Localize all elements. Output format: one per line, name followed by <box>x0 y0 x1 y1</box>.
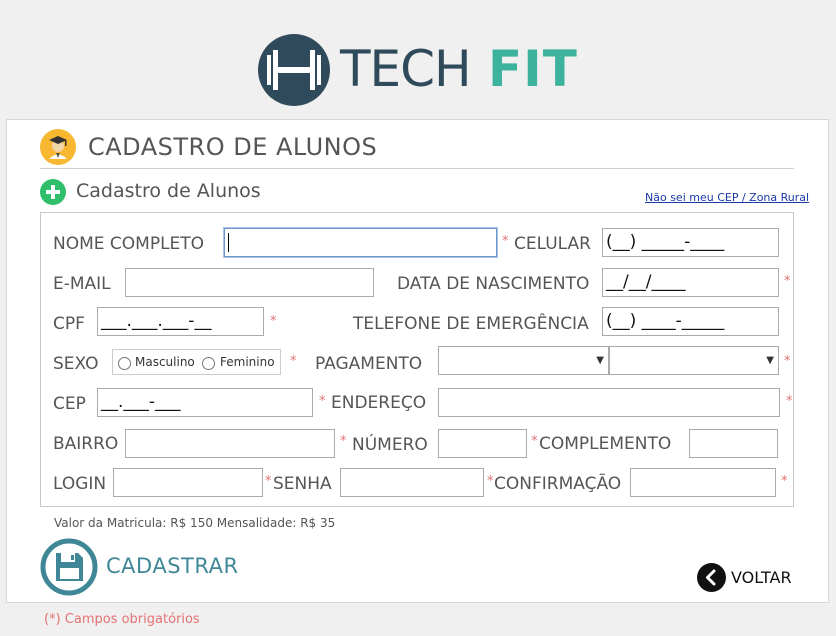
required-fields-note: (*) Campos obrigatórios <box>44 612 200 627</box>
numero-required-mark: * <box>531 434 538 449</box>
login-required-mark: * <box>265 474 272 489</box>
senha-input[interactable] <box>340 468 484 497</box>
logo-fit-text: FIT <box>488 40 578 98</box>
page-title: CADASTRO DE ALUNOS <box>88 133 378 161</box>
confirmacao-required-mark: * <box>781 474 788 489</box>
login-label: LOGIN <box>53 474 107 494</box>
techfit-logo: TECH FIT <box>258 34 578 108</box>
title-divider <box>40 168 794 169</box>
bairro-input[interactable] <box>125 429 335 458</box>
cpf-label: CPF <box>53 314 85 334</box>
cep-required-mark: * <box>319 394 326 409</box>
login-input[interactable] <box>113 468 263 497</box>
email-input[interactable] <box>125 268 374 297</box>
nascimento-input[interactable]: __/__/____ <box>602 268 779 297</box>
pagamento-required-mark: * <box>784 354 791 369</box>
radio-masculino-label: Masculino <box>135 355 195 369</box>
cpf-input[interactable]: ___.___.___-__ <box>97 307 264 336</box>
complemento-input[interactable] <box>689 429 778 458</box>
celular-label: CELULAR <box>514 234 591 254</box>
cadastrar-button[interactable]: CADASTRAR <box>106 554 239 578</box>
sexo-required-mark: * <box>290 354 297 369</box>
valor-info: Valor da Matricula: R$ 150 Mensalidade: … <box>54 516 336 530</box>
nome-required-mark: * <box>502 234 509 249</box>
numero-input[interactable] <box>438 429 527 458</box>
bairro-label: BAIRRO <box>53 434 119 454</box>
logo-h-icon <box>258 34 330 106</box>
email-label: E-MAIL <box>53 274 111 294</box>
radio-feminino-label: Feminino <box>220 355 275 369</box>
endereco-label: ENDEREÇO <box>331 393 427 413</box>
nascimento-required-mark: * <box>784 274 791 289</box>
bairro-required-mark: * <box>340 434 347 449</box>
sexo-label: SEXO <box>53 354 99 374</box>
senha-label: SENHA <box>273 474 332 494</box>
numero-label: NÚMERO <box>352 435 428 455</box>
complemento-label: COMPLEMENTO <box>539 434 672 454</box>
nome-label: NOME COMPLETO <box>53 234 205 254</box>
nome-input[interactable] <box>224 228 497 257</box>
cep-input[interactable]: __.___-___ <box>97 388 313 417</box>
endereco-input[interactable] <box>438 388 780 417</box>
chevron-down-icon: ▼ <box>766 355 774 366</box>
senha-required-mark: * <box>487 474 494 489</box>
logo-tech-text: TECH <box>340 40 472 98</box>
celular-input[interactable]: (__) _____-____ <box>602 228 779 257</box>
emergencia-label: TELEFONE DE EMERGÊNCIA <box>353 314 589 334</box>
cep-help-link[interactable]: Não sei meu CEP / Zona Rural <box>645 191 809 204</box>
chevron-down-icon: ▼ <box>596 355 604 366</box>
back-arrow-icon[interactable] <box>697 563 726 592</box>
pagamento-label: PAGAMENTO <box>315 354 423 374</box>
confirmacao-label: CONFIRMAÇÃO <box>494 474 622 494</box>
cpf-required-mark: * <box>270 314 277 329</box>
sexo-radio-group: Masculino Feminino <box>112 349 281 375</box>
voltar-button[interactable]: VOLTAR <box>731 568 792 587</box>
cep-label: CEP <box>53 394 86 414</box>
save-icon[interactable] <box>40 538 98 596</box>
pagamento-select-1[interactable]: ▼ <box>438 346 609 375</box>
nascimento-label: DATA DE NASCIMENTO <box>397 274 590 294</box>
student-icon <box>40 129 76 165</box>
confirmacao-input[interactable] <box>630 468 776 497</box>
section-title: Cadastro de Alunos <box>76 180 261 202</box>
radio-feminino[interactable] <box>202 356 215 370</box>
plus-circle-icon <box>40 179 66 205</box>
radio-masculino[interactable] <box>118 356 131 370</box>
emergencia-input[interactable]: (__) ____-_____ <box>602 307 779 336</box>
text-cursor <box>228 233 229 252</box>
endereco-required-mark: * <box>786 394 793 409</box>
pagamento-select-2[interactable]: ▼ <box>609 346 779 375</box>
